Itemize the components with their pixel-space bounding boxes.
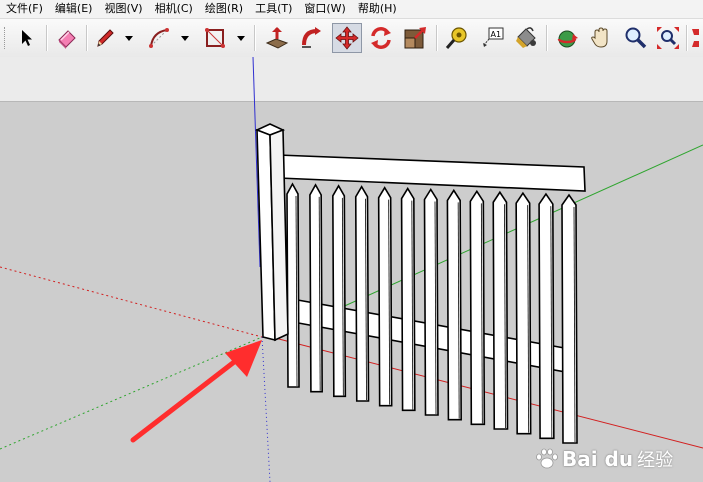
menu-window[interactable]: 窗口(W) — [298, 0, 351, 18]
toolbar-separator — [86, 25, 88, 51]
follow-me-tool-button[interactable] — [297, 23, 327, 53]
pencil-dropdown[interactable] — [122, 23, 136, 53]
push-pull-tool-icon — [265, 27, 289, 49]
push-pull-tool-button[interactable] — [262, 23, 292, 53]
orbit-tool-button[interactable] — [552, 23, 582, 53]
eraser-tool-icon — [58, 30, 76, 49]
zoom-extents-tool-button[interactable] — [653, 23, 683, 53]
pencil-tool-button[interactable] — [90, 23, 120, 53]
text-tool-label: A1 — [491, 30, 502, 39]
select-tool-icon — [22, 30, 32, 46]
toolbar-separator — [254, 25, 256, 51]
menu-bar: 文件(F) 编辑(E) 视图(V) 相机(C) 绘图(R) 工具(T) 窗口(W… — [0, 0, 703, 19]
toolbar-grip[interactable] — [4, 27, 8, 49]
text-tool-icon: A1 — [483, 27, 504, 47]
menu-edit[interactable]: 编辑(E) — [49, 0, 99, 18]
toolbar-separator — [686, 25, 688, 51]
watermark-sub: 经验 — [637, 450, 674, 471]
arc-tool-icon — [149, 28, 169, 48]
arc-tool-button[interactable] — [144, 23, 174, 53]
rotate-tool-button[interactable] — [366, 23, 396, 53]
annotation-arrow — [130, 340, 262, 443]
axes — [0, 57, 703, 482]
toolbar-separator — [436, 25, 438, 51]
sketchup-window: 文件(F) 编辑(E) 视图(V) 相机(C) 绘图(R) 工具(T) 窗口(W… — [0, 0, 703, 482]
shape-tool-icon — [205, 28, 225, 48]
fence-model[interactable] — [254, 123, 586, 444]
select-tool-button[interactable] — [12, 23, 42, 53]
red-axis-negative — [0, 266, 263, 338]
baidu-watermark: Bai du 经验 — [534, 446, 673, 472]
watermark-brand: Bai du — [562, 447, 634, 471]
paint-bucket-tool-button[interactable] — [511, 23, 541, 53]
follow-me-tool-icon — [302, 27, 321, 48]
model-viewport[interactable] — [0, 57, 703, 482]
menu-draw[interactable]: 绘图(R) — [199, 0, 249, 18]
chevron-down-icon — [237, 36, 245, 41]
previous-view-icon — [692, 29, 699, 47]
pan-tool-button[interactable] — [586, 23, 616, 53]
baidu-paw-icon — [536, 448, 558, 469]
large-toolset-toolbar: A1 — [0, 19, 703, 58]
paint-bucket-tool-icon — [516, 27, 536, 48]
chevron-down-icon — [181, 36, 189, 41]
scale-tool-icon — [404, 27, 426, 49]
eraser-tool-button[interactable] — [52, 23, 82, 53]
menu-camera[interactable]: 相机(C) — [149, 0, 199, 18]
toolbar-overflow-button[interactable] — [690, 23, 703, 53]
zoom-tool-button[interactable] — [620, 23, 650, 53]
tape-measure-tool-icon — [445, 27, 467, 49]
pencil-tool-icon — [97, 29, 114, 47]
move-tool-button[interactable] — [332, 23, 362, 53]
menu-file[interactable]: 文件(F) — [0, 0, 49, 18]
menu-view[interactable]: 视图(V) — [98, 0, 148, 18]
rotate-tool-icon — [371, 27, 391, 49]
shape-dropdown[interactable] — [234, 23, 248, 53]
toolbar-separator — [546, 25, 548, 51]
green-axis-negative — [0, 336, 263, 450]
orbit-tool-icon — [557, 30, 578, 48]
top-rail — [275, 151, 586, 192]
blue-axis-negative — [261, 336, 271, 482]
toolbar-separator — [46, 25, 48, 51]
text-tool-button[interactable]: A1 — [477, 23, 507, 53]
zoom-extents-tool-icon — [657, 27, 679, 49]
pan-tool-icon — [591, 27, 608, 48]
arc-dropdown[interactable] — [178, 23, 192, 53]
menu-help[interactable]: 帮助(H) — [352, 0, 403, 18]
model-scene — [0, 57, 703, 482]
fence-post — [254, 123, 289, 342]
scale-tool-button[interactable] — [400, 23, 430, 53]
menu-tools[interactable]: 工具(T) — [249, 0, 298, 18]
shape-tool-button[interactable] — [200, 23, 230, 53]
chevron-down-icon — [125, 36, 133, 41]
tape-measure-tool-button[interactable] — [442, 23, 472, 53]
move-tool-icon — [335, 26, 359, 50]
zoom-tool-icon — [625, 27, 647, 49]
